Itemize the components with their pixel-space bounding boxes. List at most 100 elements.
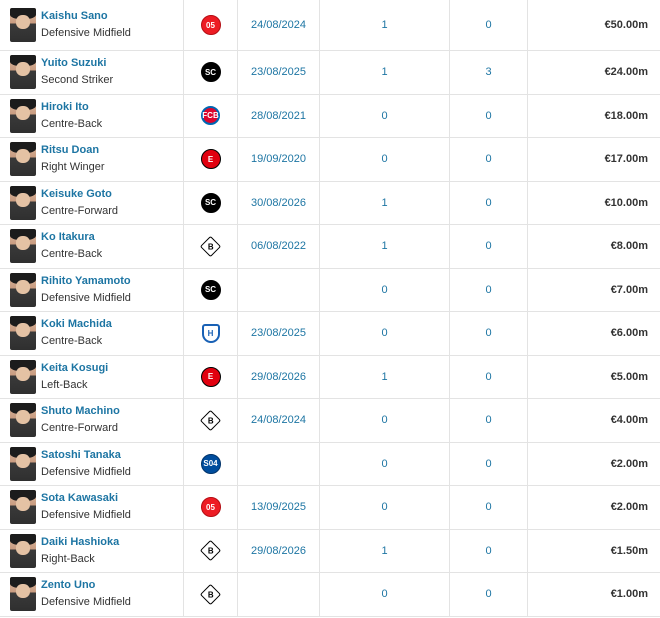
player-name-link[interactable]: Hiroki Ito: [41, 99, 102, 116]
stat-a-value[interactable]: 1: [381, 371, 387, 383]
player-name-link[interactable]: Yuito Suzuki: [41, 55, 113, 72]
player-name-link[interactable]: Sota Kawasaki: [41, 490, 131, 507]
stat-b-value[interactable]: 3: [485, 66, 491, 78]
player-photo[interactable]: [10, 98, 36, 133]
market-value-cell: €10.00m: [528, 182, 660, 225]
player-cell: Sota Kawasaki Defensive Midfield: [0, 486, 184, 529]
player-photo[interactable]: [10, 359, 36, 394]
gladbach-crest-icon[interactable]: B: [199, 235, 222, 257]
player-names: Sota Kawasaki Defensive Midfield: [41, 490, 131, 524]
stat-a-value[interactable]: 1: [381, 66, 387, 78]
stat-b-value[interactable]: 0: [485, 371, 491, 383]
frankfurt-crest-icon[interactable]: E: [200, 366, 221, 387]
player-cell: Daiki Hashioka Right-Back: [0, 529, 184, 572]
player-photo[interactable]: [10, 272, 36, 307]
stat-b-cell: 3: [450, 51, 528, 94]
player-photo[interactable]: [10, 490, 36, 525]
stat-b-value[interactable]: 0: [485, 545, 491, 557]
player-name-link[interactable]: Koki Machida: [41, 316, 112, 333]
stat-b-value[interactable]: 0: [485, 501, 491, 513]
freiburg-crest-icon[interactable]: SC: [200, 192, 221, 213]
stat-b-value[interactable]: 0: [485, 588, 491, 600]
market-value-cell: €7.00m: [528, 269, 660, 312]
date-cell: 24/08/2024: [238, 399, 320, 442]
stat-a-value[interactable]: 0: [381, 153, 387, 165]
frankfurt-crest-icon[interactable]: E: [200, 149, 221, 170]
club-cell: B: [184, 399, 238, 442]
player-photo[interactable]: [10, 185, 36, 220]
stat-b-value[interactable]: 0: [485, 110, 491, 122]
stat-a-value[interactable]: 0: [381, 110, 387, 122]
schalke-crest-icon[interactable]: S04: [200, 453, 221, 474]
stat-a-value[interactable]: 1: [381, 19, 387, 31]
club-cell: SC: [184, 181, 238, 224]
stat-b-value[interactable]: 0: [485, 284, 491, 296]
stat-b-value[interactable]: 0: [485, 153, 491, 165]
player-name-link[interactable]: Ko Itakura: [41, 229, 102, 246]
mainz-crest-icon[interactable]: 05: [200, 15, 221, 35]
player-name-link[interactable]: Zento Uno: [41, 577, 131, 594]
club-abbr: B: [207, 589, 214, 599]
date-cell: 06/08/2022: [238, 225, 320, 268]
gladbach-crest-icon[interactable]: B: [199, 540, 222, 562]
player-photo[interactable]: [10, 142, 36, 177]
player-photo[interactable]: [10, 229, 36, 264]
player-photo[interactable]: [10, 533, 36, 568]
stat-b-value[interactable]: 0: [485, 458, 491, 470]
club-abbr: B: [207, 241, 214, 251]
stat-a-value[interactable]: 0: [381, 458, 387, 470]
player-name-link[interactable]: Rihito Yamamoto: [41, 273, 131, 290]
player-cell: Shuto Machino Centre-Forward: [0, 399, 184, 442]
stat-a-cell: 0: [320, 442, 450, 485]
player-photo[interactable]: [10, 403, 36, 438]
club-abbr: SC: [204, 198, 217, 208]
stat-a-value[interactable]: 0: [381, 414, 387, 426]
player-name-link[interactable]: Keisuke Goto: [41, 186, 118, 203]
stat-a-value[interactable]: 1: [381, 240, 387, 252]
club-cell: S04: [184, 442, 238, 485]
player-name-link[interactable]: Satoshi Tanaka: [41, 447, 131, 464]
player-photo[interactable]: [10, 55, 36, 90]
player-name-link[interactable]: Shuto Machino: [41, 403, 120, 420]
stat-b-value[interactable]: 0: [485, 327, 491, 339]
stat-a-cell: 1: [320, 181, 450, 224]
stat-b-value[interactable]: 0: [485, 19, 491, 31]
player-photo[interactable]: [10, 446, 36, 481]
player-name-link[interactable]: Keita Kosugi: [41, 360, 108, 377]
stat-a-value[interactable]: 0: [381, 327, 387, 339]
stat-b-cell: 0: [450, 138, 528, 181]
hoffenheim-crest-icon[interactable]: H: [201, 323, 220, 343]
player-cell: Hiroki Ito Centre-Back: [0, 94, 184, 137]
market-value-cell: €5.00m: [528, 356, 660, 399]
date-value: 24/08/2024: [250, 414, 307, 427]
gladbach-crest-icon[interactable]: B: [199, 409, 222, 431]
player-name-link[interactable]: Kaishu Sano: [41, 8, 131, 25]
player-cell: Satoshi Tanaka Defensive Midfield: [0, 442, 184, 485]
gladbach-crest-icon[interactable]: B: [199, 583, 222, 605]
player-photo[interactable]: [10, 8, 36, 42]
stat-a-value[interactable]: 0: [381, 284, 387, 296]
date-cell: 23/08/2025: [238, 312, 320, 355]
player-photo[interactable]: [10, 316, 36, 351]
stat-a-value[interactable]: 0: [381, 588, 387, 600]
date-cell: 28/08/2021: [238, 94, 320, 137]
stat-a-value[interactable]: 1: [381, 197, 387, 209]
freiburg-crest-icon[interactable]: SC: [200, 62, 221, 83]
club-abbr: H: [207, 328, 214, 338]
market-value-cell: €2.00m: [528, 486, 660, 529]
stat-b-cell: 0: [450, 529, 528, 572]
stat-a-value[interactable]: 0: [381, 501, 387, 513]
stat-b-value[interactable]: 0: [485, 240, 491, 252]
club-abbr: S04: [203, 459, 218, 469]
player-name-link[interactable]: Daiki Hashioka: [41, 534, 119, 551]
freiburg-crest-icon[interactable]: SC: [200, 279, 221, 300]
stat-b-cell: 0: [450, 268, 528, 311]
player-name-link[interactable]: Ritsu Doan: [41, 142, 105, 159]
mainz-crest-icon[interactable]: 05: [200, 497, 221, 518]
stat-b-value[interactable]: 0: [485, 197, 491, 209]
stat-a-value[interactable]: 1: [381, 545, 387, 557]
player-photo[interactable]: [10, 577, 36, 612]
player-cell: Zento Uno Defensive Midfield: [0, 573, 184, 616]
stat-b-value[interactable]: 0: [485, 414, 491, 426]
bayern-crest-icon[interactable]: FCB: [201, 106, 220, 126]
